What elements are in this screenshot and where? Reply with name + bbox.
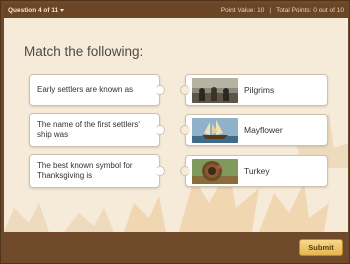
bottom-bar: Submit <box>4 232 348 262</box>
prompt-text: The name of the first settlers' ship was <box>37 120 140 139</box>
prompt-text: Early settlers are known as <box>37 85 134 94</box>
connector-knob <box>155 166 165 176</box>
pilgrims-image <box>192 78 238 103</box>
answer-label: Pilgrims <box>244 85 275 95</box>
prompt-card-2: The name of the first settlers' ship was <box>29 113 165 147</box>
point-value: Point Value: 10 <box>220 7 265 14</box>
submit-button[interactable]: Submit <box>299 239 343 256</box>
total-points: Total Points: 0 out of 10 <box>276 7 344 14</box>
quiz-frame: Question 4 of 11 Point Value: 10 | Total P… <box>0 0 350 264</box>
answer-label: Mayflower <box>244 125 283 135</box>
answer-card-mayflower[interactable]: Mayflower <box>180 114 328 146</box>
chevron-down-icon <box>60 8 65 12</box>
ship-image <box>192 118 238 143</box>
prompt-text: The best known symbol for Thanksgiving i… <box>37 161 133 180</box>
answer-card-turkey[interactable]: Turkey <box>180 155 328 187</box>
connector-socket <box>180 166 190 176</box>
top-bar: Question 4 of 11 Point Value: 10 | Total P… <box>4 4 348 18</box>
quiz-stage: Match the following: Early settlers are … <box>4 18 348 232</box>
question-dropdown[interactable]: Question 4 of 11 <box>8 7 65 14</box>
prompt-card-3: The best known symbol for Thanksgiving i… <box>29 154 165 188</box>
connector-socket <box>180 125 190 135</box>
question-label: Question 4 of 11 <box>8 7 59 14</box>
divider: | <box>269 7 272 14</box>
prompt-card-1: Early settlers are known as <box>29 74 165 106</box>
turkey-image <box>192 159 238 184</box>
points-info: Point Value: 10 | Total Points: 0 out of 1… <box>221 7 344 14</box>
page-title: Match the following: <box>24 44 144 59</box>
answer-label: Turkey <box>244 166 270 176</box>
connector-socket <box>180 85 190 95</box>
connector-knob <box>155 125 165 135</box>
answer-card-pilgrims[interactable]: Pilgrims <box>180 74 328 106</box>
connector-knob <box>155 85 165 95</box>
